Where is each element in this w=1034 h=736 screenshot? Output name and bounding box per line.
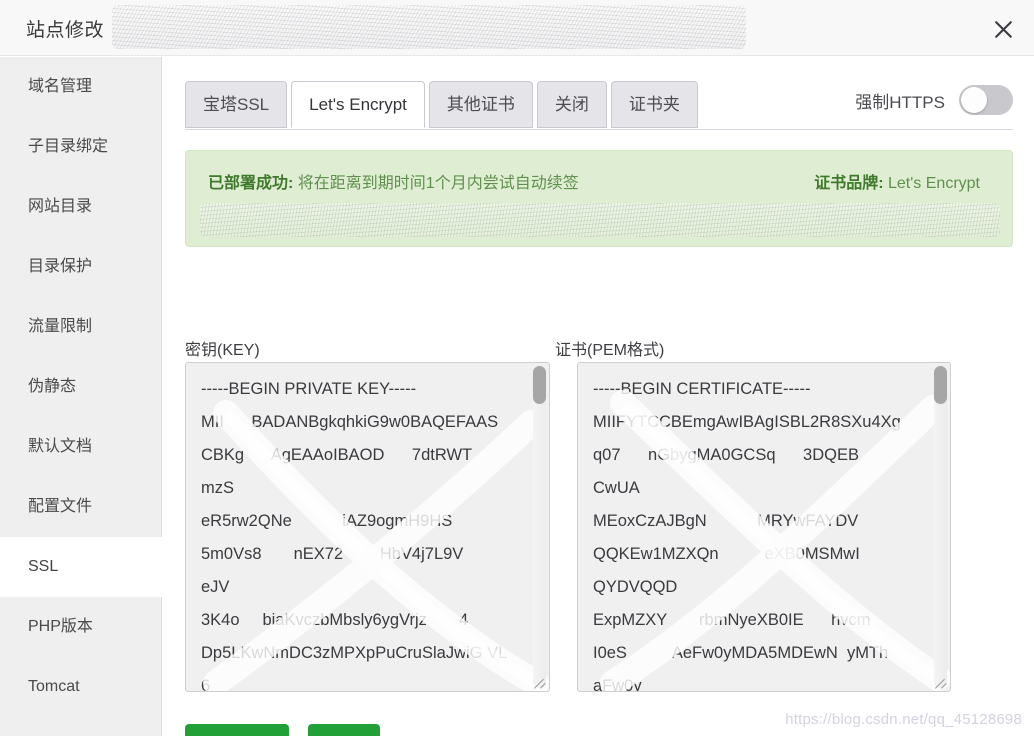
certificate-value: -----BEGIN CERTIFICATE----- MIIFYTCCBEmg… bbox=[593, 380, 901, 692]
sidebar-item-label: Tomcat bbox=[28, 678, 80, 695]
sidebar-item-subdir[interactable]: 子目录绑定 bbox=[0, 117, 161, 177]
force-https-label: 强制HTTPS bbox=[855, 92, 945, 112]
sidebar-item-webroot[interactable]: 网站目录 bbox=[0, 177, 161, 237]
deploy-status-banner: 已部署成功: 将在距离到期时间1个月内尝试自动续签 证书品牌: Let's En… bbox=[185, 150, 1013, 247]
cert-scrollbar-thumb[interactable] bbox=[934, 366, 947, 404]
cert-brand-value: Let's Encrypt bbox=[883, 175, 980, 192]
sidebar-item-ratelimit[interactable]: 流量限制 bbox=[0, 297, 161, 357]
toggle-knob bbox=[961, 87, 987, 113]
close-icon[interactable] bbox=[984, 10, 1022, 48]
ssl-panel: 宝塔SSL Let's Encrypt 其他证书 关闭 证书夹 强制HTTPS … bbox=[163, 57, 1034, 736]
page-title: 站点修改 bbox=[26, 20, 105, 41]
redacted-banner-blur bbox=[200, 203, 1000, 237]
sidebar-item-label: 默认文档 bbox=[28, 438, 93, 455]
sidebar-item-php[interactable]: PHP版本 bbox=[0, 597, 161, 657]
sidebar-item-label: PHP版本 bbox=[28, 618, 93, 635]
sidebar-item-label: 配置文件 bbox=[28, 498, 93, 515]
dialog-titlebar: 站点修改 bbox=[0, 0, 1034, 56]
cert-resize-handle[interactable] bbox=[934, 675, 949, 690]
key-resize-handle[interactable] bbox=[533, 675, 548, 690]
private-key-value: -----BEGIN PRIVATE KEY----- MII BADANBgk… bbox=[201, 380, 508, 692]
site-edit-dialog: 站点修改 域名管理 子目录绑定 网站目录 目录保护 流量限制 伪静态 默认文档 … bbox=[0, 0, 1034, 736]
tab-lets-encrypt[interactable]: Let's Encrypt bbox=[291, 81, 425, 128]
sidebar-item-indexdoc[interactable]: 默认文档 bbox=[0, 417, 161, 477]
sidebar-item-rewrite[interactable]: 伪静态 bbox=[0, 357, 161, 417]
sidebar-item-tomcat[interactable]: Tomcat bbox=[0, 657, 161, 717]
key-scrollbar[interactable] bbox=[533, 366, 546, 688]
cert-scrollbar[interactable] bbox=[934, 366, 947, 688]
sidebar-item-domain[interactable]: 域名管理 bbox=[0, 57, 161, 117]
watermark: https://blog.csdn.net/qq_45128698 bbox=[785, 711, 1022, 728]
renew-cert-button[interactable]: 续签 bbox=[307, 724, 380, 736]
ssl-action-buttons: 关闭SSL 续签 bbox=[185, 724, 394, 736]
sidebar-item-config[interactable]: 配置文件 bbox=[0, 477, 161, 537]
ssl-tabbar: 宝塔SSL Let's Encrypt 其他证书 关闭 证书夹 强制HTTPS bbox=[185, 81, 1013, 130]
key-field-label: 密钥(KEY) bbox=[185, 342, 260, 359]
sidebar-item-label: SSL bbox=[28, 558, 59, 575]
sidebar-item-label: 域名管理 bbox=[28, 78, 93, 95]
sidebar-item-dirprotect[interactable]: 目录保护 bbox=[0, 237, 161, 297]
tab-label: 证书夹 bbox=[628, 95, 680, 114]
sidebar-item-label: 网站目录 bbox=[28, 198, 93, 215]
tab-btssl[interactable]: 宝塔SSL bbox=[185, 81, 288, 128]
tab-label: 其他证书 bbox=[446, 95, 515, 114]
key-scrollbar-thumb[interactable] bbox=[533, 366, 546, 404]
tab-label: 关闭 bbox=[554, 95, 589, 114]
tab-label: 宝塔SSL bbox=[203, 95, 270, 114]
sidebar-item-label: 目录保护 bbox=[28, 258, 93, 275]
cert-field-label: 证书(PEM格式) bbox=[555, 342, 665, 359]
private-key-textarea[interactable]: -----BEGIN PRIVATE KEY----- MII BADANBgk… bbox=[185, 362, 550, 692]
cert-brand-label: 证书品牌: bbox=[814, 175, 884, 192]
tab-other-cert[interactable]: 其他证书 bbox=[428, 81, 533, 128]
redacted-domain-blur bbox=[112, 5, 746, 49]
sidebar-item-label: 子目录绑定 bbox=[28, 138, 109, 155]
cert-brand: 证书品牌: Let's Encrypt bbox=[814, 169, 980, 193]
tab-cert-folder[interactable]: 证书夹 bbox=[610, 81, 698, 128]
deploy-status-text: 已部署成功: 将在距离到期时间1个月内尝试自动续签 bbox=[208, 169, 579, 193]
force-https-toggle[interactable] bbox=[959, 85, 1013, 115]
tab-label: Let's Encrypt bbox=[309, 95, 407, 114]
deploy-status-detail: 将在距离到期时间1个月内尝试自动续签 bbox=[293, 175, 579, 192]
sidebar-item-ssl[interactable]: SSL bbox=[0, 537, 162, 597]
certificate-textarea[interactable]: -----BEGIN CERTIFICATE----- MIIFYTCCBEmg… bbox=[577, 362, 951, 692]
sidebar: 域名管理 子目录绑定 网站目录 目录保护 流量限制 伪静态 默认文档 配置文件 … bbox=[0, 57, 162, 736]
close-ssl-button[interactable]: 关闭SSL bbox=[185, 724, 290, 736]
deploy-status-label: 已部署成功: bbox=[208, 175, 294, 192]
sidebar-item-label: 流量限制 bbox=[28, 318, 93, 335]
force-https-control: 强制HTTPS bbox=[855, 85, 1013, 115]
tab-close[interactable]: 关闭 bbox=[536, 81, 607, 128]
sidebar-item-label: 伪静态 bbox=[28, 378, 77, 395]
